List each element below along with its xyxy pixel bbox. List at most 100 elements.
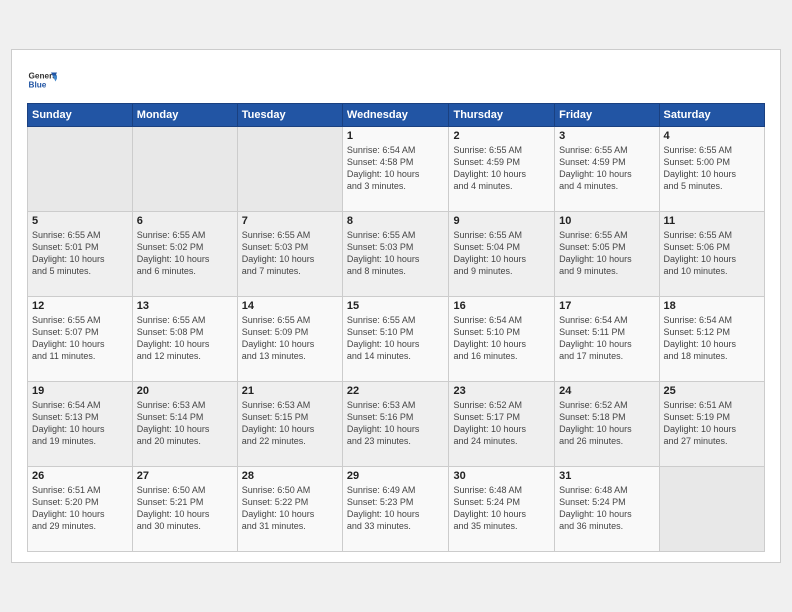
day-number: 14	[242, 300, 338, 312]
day-number: 20	[137, 385, 233, 397]
svg-text:Blue: Blue	[29, 81, 47, 90]
calendar-cell: 10 Sunrise: 6:55 AMSunset: 5:05 PMDayligh…	[555, 212, 659, 297]
calendar-cell	[237, 127, 342, 212]
day-number: 12	[32, 300, 128, 312]
day-info: Sunrise: 6:50 AMSunset: 5:21 PMDaylight:…	[137, 484, 233, 533]
day-number: 18	[664, 300, 760, 312]
day-number: 7	[242, 215, 338, 227]
day-info: Sunrise: 6:54 AMSunset: 4:58 PMDaylight:…	[347, 144, 445, 193]
day-info: Sunrise: 6:51 AMSunset: 5:19 PMDaylight:…	[664, 399, 760, 448]
calendar-cell: 11 Sunrise: 6:55 AMSunset: 5:06 PMDayligh…	[659, 212, 764, 297]
day-number: 21	[242, 385, 338, 397]
day-info: Sunrise: 6:53 AMSunset: 5:15 PMDaylight:…	[242, 399, 338, 448]
logo-icon: General Blue	[27, 65, 57, 95]
day-info: Sunrise: 6:48 AMSunset: 5:24 PMDaylight:…	[453, 484, 550, 533]
calendar-week-row: 12 Sunrise: 6:55 AMSunset: 5:07 PMDayligh…	[28, 297, 765, 382]
day-info: Sunrise: 6:55 AMSunset: 5:00 PMDaylight:…	[664, 144, 760, 193]
calendar-week-row: 19Sunrise: 6:54 AMSunset: 5:13 PMDayligh…	[28, 382, 765, 467]
day-number: 16	[453, 300, 550, 312]
calendar-cell: 16 Sunrise: 6:54 AMSunset: 5:10 PMDayligh…	[449, 297, 555, 382]
day-info: Sunrise: 6:55 AMSunset: 5:03 PMDaylight:…	[242, 229, 338, 278]
calendar-body: 1Sunrise: 6:54 AMSunset: 4:58 PMDaylight…	[28, 127, 765, 552]
calendar-cell: 12 Sunrise: 6:55 AMSunset: 5:07 PMDayligh…	[28, 297, 133, 382]
day-info: Sunrise: 6:55 AMSunset: 5:02 PMDaylight:…	[137, 229, 233, 278]
day-number: 2	[453, 130, 550, 142]
calendar-cell: 1Sunrise: 6:54 AMSunset: 4:58 PMDaylight…	[342, 127, 449, 212]
calendar-cell: 2 Sunrise: 6:55 AMSunset: 4:59 PMDaylight…	[449, 127, 555, 212]
weekday-header: Sunday	[28, 104, 133, 127]
logo: General Blue	[27, 65, 57, 95]
weekday-header: Monday	[132, 104, 237, 127]
day-info: Sunrise: 6:54 AMSunset: 5:10 PMDaylight:…	[453, 314, 550, 363]
day-info: Sunrise: 6:55 AMSunset: 5:05 PMDaylight:…	[559, 229, 654, 278]
calendar-cell: 25 Sunrise: 6:51 AMSunset: 5:19 PMDayligh…	[659, 382, 764, 467]
calendar-cell: 3Sunrise: 6:55 AMSunset: 4:59 PMDaylight…	[555, 127, 659, 212]
day-number: 29	[347, 470, 445, 482]
day-info: Sunrise: 6:51 AMSunset: 5:20 PMDaylight:…	[32, 484, 128, 533]
day-info: Sunrise: 6:54 AMSunset: 5:12 PMDaylight:…	[664, 314, 760, 363]
calendar-cell: 27Sunrise: 6:50 AMSunset: 5:21 PMDayligh…	[132, 467, 237, 552]
day-number: 6	[137, 215, 233, 227]
day-info: Sunrise: 6:52 AMSunset: 5:17 PMDaylight:…	[453, 399, 550, 448]
calendar-cell: 22 Sunrise: 6:53 AMSunset: 5:16 PMDayligh…	[342, 382, 449, 467]
calendar-container: General Blue SundayMondayTuesdayWednesda…	[11, 49, 781, 563]
day-number: 10	[559, 215, 654, 227]
day-number: 17	[559, 300, 654, 312]
calendar-cell	[28, 127, 133, 212]
day-info: Sunrise: 6:55 AMSunset: 5:07 PMDaylight:…	[32, 314, 128, 363]
day-info: Sunrise: 6:55 AMSunset: 5:09 PMDaylight:…	[242, 314, 338, 363]
calendar-table: SundayMondayTuesdayWednesdayThursdayFrid…	[27, 103, 765, 552]
day-info: Sunrise: 6:55 AMSunset: 5:03 PMDaylight:…	[347, 229, 445, 278]
calendar-cell: 6 Sunrise: 6:55 AMSunset: 5:02 PMDaylight…	[132, 212, 237, 297]
calendar-cell: 30Sunrise: 6:48 AMSunset: 5:24 PMDayligh…	[449, 467, 555, 552]
calendar-cell: 13 Sunrise: 6:55 AMSunset: 5:08 PMDayligh…	[132, 297, 237, 382]
day-info: Sunrise: 6:55 AMSunset: 5:08 PMDaylight:…	[137, 314, 233, 363]
calendar-cell: 15 Sunrise: 6:55 AMSunset: 5:10 PMDayligh…	[342, 297, 449, 382]
day-info: Sunrise: 6:52 AMSunset: 5:18 PMDaylight:…	[559, 399, 654, 448]
day-number: 25	[664, 385, 760, 397]
calendar-cell: 20 Sunrise: 6:53 AMSunset: 5:14 PMDayligh…	[132, 382, 237, 467]
day-info: Sunrise: 6:55 AMSunset: 5:01 PMDaylight:…	[32, 229, 128, 278]
weekday-header: Saturday	[659, 104, 764, 127]
calendar-cell	[659, 467, 764, 552]
day-info: Sunrise: 6:55 AMSunset: 5:06 PMDaylight:…	[664, 229, 760, 278]
calendar-cell: 24Sunrise: 6:52 AMSunset: 5:18 PMDayligh…	[555, 382, 659, 467]
day-number: 15	[347, 300, 445, 312]
calendar-cell: 17 Sunrise: 6:54 AMSunset: 5:11 PMDayligh…	[555, 297, 659, 382]
weekday-header: Friday	[555, 104, 659, 127]
day-info: Sunrise: 6:55 AMSunset: 5:04 PMDaylight:…	[453, 229, 550, 278]
calendar-cell	[132, 127, 237, 212]
weekday-header: Thursday	[449, 104, 555, 127]
weekday-header: Wednesday	[342, 104, 449, 127]
calendar-cell: 8 Sunrise: 6:55 AMSunset: 5:03 PMDaylight…	[342, 212, 449, 297]
day-number: 22	[347, 385, 445, 397]
day-info: Sunrise: 6:50 AMSunset: 5:22 PMDaylight:…	[242, 484, 338, 533]
day-number: 13	[137, 300, 233, 312]
day-number: 11	[664, 215, 760, 227]
day-info: Sunrise: 6:54 AMSunset: 5:13 PMDaylight:…	[32, 399, 128, 448]
calendar-cell: 21 Sunrise: 6:53 AMSunset: 5:15 PMDayligh…	[237, 382, 342, 467]
day-info: Sunrise: 6:53 AMSunset: 5:14 PMDaylight:…	[137, 399, 233, 448]
day-info: Sunrise: 6:53 AMSunset: 5:16 PMDaylight:…	[347, 399, 445, 448]
day-info: Sunrise: 6:48 AMSunset: 5:24 PMDaylight:…	[559, 484, 654, 533]
day-number: 9	[453, 215, 550, 227]
day-info: Sunrise: 6:55 AMSunset: 4:59 PMDaylight:…	[453, 144, 550, 193]
calendar-cell: 9 Sunrise: 6:55 AMSunset: 5:04 PMDaylight…	[449, 212, 555, 297]
calendar-cell: 18 Sunrise: 6:54 AMSunset: 5:12 PMDayligh…	[659, 297, 764, 382]
calendar-week-row: 26Sunrise: 6:51 AMSunset: 5:20 PMDayligh…	[28, 467, 765, 552]
calendar-cell: 29Sunrise: 6:49 AMSunset: 5:23 PMDayligh…	[342, 467, 449, 552]
weekday-header-row: SundayMondayTuesdayWednesdayThursdayFrid…	[28, 104, 765, 127]
calendar-cell: 31 Sunrise: 6:48 AMSunset: 5:24 PMDayligh…	[555, 467, 659, 552]
calendar-cell: 23Sunrise: 6:52 AMSunset: 5:17 PMDayligh…	[449, 382, 555, 467]
calendar-cell: 19Sunrise: 6:54 AMSunset: 5:13 PMDayligh…	[28, 382, 133, 467]
calendar-cell: 4Sunrise: 6:55 AMSunset: 5:00 PMDaylight…	[659, 127, 764, 212]
day-number: 31	[559, 470, 654, 482]
day-info: Sunrise: 6:54 AMSunset: 5:11 PMDaylight:…	[559, 314, 654, 363]
day-number: 8	[347, 215, 445, 227]
day-info: Sunrise: 6:55 AMSunset: 5:10 PMDaylight:…	[347, 314, 445, 363]
calendar-cell: 14 Sunrise: 6:55 AMSunset: 5:09 PMDayligh…	[237, 297, 342, 382]
day-number: 28	[242, 470, 338, 482]
header: General Blue	[27, 65, 765, 95]
calendar-week-row: 1Sunrise: 6:54 AMSunset: 4:58 PMDaylight…	[28, 127, 765, 212]
day-number: 5	[32, 215, 128, 227]
